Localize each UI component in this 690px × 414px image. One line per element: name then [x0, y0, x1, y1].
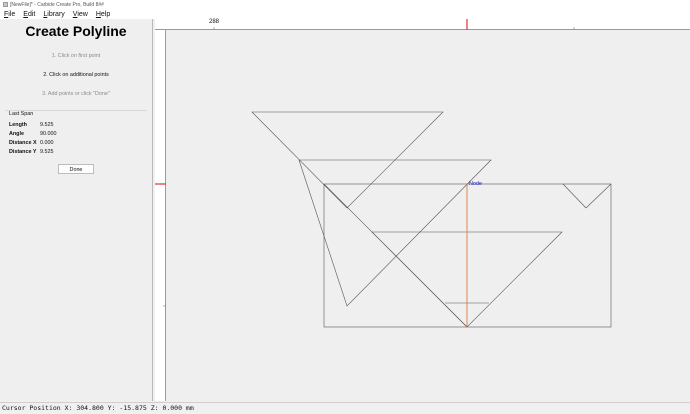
menu-help[interactable]: Help	[96, 11, 110, 18]
step-2: 2. Click on additional points	[43, 72, 109, 78]
span-value: 0.000	[40, 140, 54, 146]
span-row-angle: Angle 90.000	[9, 131, 57, 137]
menu-edit[interactable]: Edit	[23, 11, 35, 18]
window-titlebar: [NewFile]* - Carbide Create Pro, Build 8…	[0, 0, 690, 9]
app-icon	[3, 2, 8, 7]
step-1: 1. Click on first point	[51, 53, 101, 59]
span-row-distance-y: Distance Y 9.525	[9, 149, 54, 155]
ruler-horizontal[interactable]: 288	[155, 19, 690, 30]
ruler-left-ticks	[155, 183, 166, 307]
menu-library[interactable]: Library	[43, 11, 64, 18]
drawing-canvas[interactable]: Node	[166, 30, 690, 401]
panel-title: Create Polyline	[25, 23, 127, 39]
middle-triangle	[298, 159, 492, 307]
step-3: 3. Add points or click "Done"	[42, 91, 110, 97]
corner-triangle-left	[562, 183, 587, 209]
span-label: Distance X	[9, 140, 37, 146]
span-label: Angle	[9, 131, 24, 137]
design-drawing[interactable]	[166, 30, 690, 401]
rectangle-shape	[323, 183, 612, 328]
node-label: Node	[469, 181, 482, 187]
span-value: 9.525	[40, 149, 54, 155]
window-title: [NewFile]* - Carbide Create Pro, Build 8…	[10, 1, 104, 8]
corner-triangle-right	[585, 183, 612, 209]
span-value: 90.000	[40, 131, 57, 137]
left-edge-marker	[155, 183, 166, 185]
menu-bar: File Edit Library View Help	[0, 9, 690, 19]
span-row-distance-x: Distance X 0.000	[9, 140, 54, 146]
span-label: Length	[9, 122, 27, 128]
ruler-top-ticks	[213, 19, 575, 30]
span-label: Distance Y	[9, 149, 37, 155]
span-row-length: Length 9.525	[9, 122, 54, 128]
menu-file[interactable]: File	[4, 11, 15, 18]
done-button[interactable]: Done	[58, 164, 94, 174]
cursor-position: Cursor Position X: 304.800 Y: -15.875 Z:…	[2, 404, 194, 412]
menu-view[interactable]: View	[73, 11, 88, 18]
status-bar: Cursor Position X: 304.800 Y: -15.875 Z:…	[0, 402, 690, 414]
span-value: 9.525	[40, 122, 54, 128]
last-span-header: Last Span	[9, 111, 34, 117]
tool-panel: Create Polyline 1. Click on first point …	[0, 19, 153, 401]
diagonal-left-to-apex	[323, 183, 468, 328]
ruler-vertical[interactable]	[155, 30, 166, 401]
